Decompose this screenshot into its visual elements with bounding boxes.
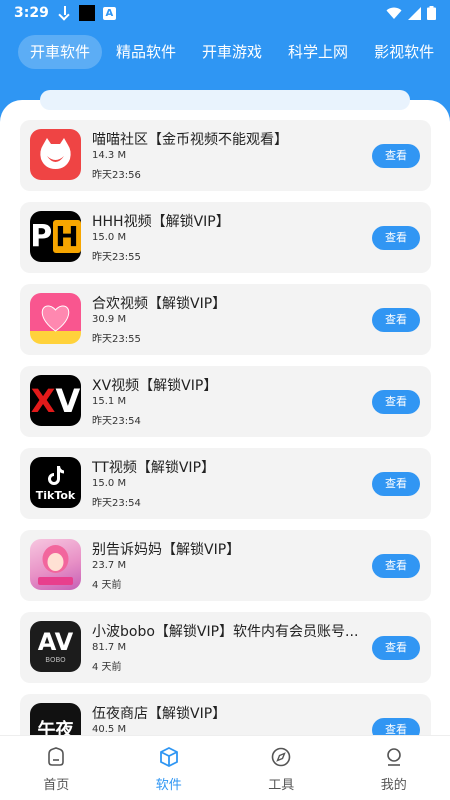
nav-software-label: 软件 — [155, 778, 182, 793]
user-icon — [386, 748, 401, 766]
app-list: 喵喵社区【金币视频不能观看】 14.3 M 昨天23:56 查看 P H HHH… — [20, 120, 431, 735]
xv-icon-letter-v: V — [55, 381, 81, 420]
app-icon — [78, 5, 95, 21]
view-button[interactable]: 查看 — [372, 390, 420, 414]
list-item[interactable]: 午夜 伍夜商店【解锁VIP】 40.5 M 查看 — [20, 694, 431, 735]
app-size: 15.0 M — [92, 232, 127, 243]
tab-kaiche-software[interactable]: 开車软件 — [18, 35, 103, 69]
wuye-icon-text: 午夜 — [37, 719, 74, 736]
view-button[interactable]: 查看 — [372, 144, 420, 168]
ph-icon: P H — [30, 211, 81, 262]
list-item[interactable]: 喵喵社区【金币视频不能观看】 14.3 M 昨天23:56 查看 — [20, 120, 431, 191]
nav-tools-label: 工具 — [268, 778, 295, 793]
status-bar: 3:29 A — [0, 0, 450, 26]
app-size: 15.1 M — [92, 396, 127, 407]
app-title: 小波bobo【解锁VIP】软件内有会员账号... — [92, 624, 359, 640]
list-item[interactable]: X V XV视频【解锁VIP】 15.1 M 昨天23:54 查看 — [20, 366, 431, 437]
view-button[interactable]: 查看 — [372, 718, 420, 735]
ph-icon-letter-p: P — [30, 219, 53, 254]
app-title: HHH视频【解锁VIP】 — [92, 214, 230, 230]
app-title: 喵喵社区【金币视频不能观看】 — [92, 132, 288, 148]
nav-tools[interactable]: 工具 — [225, 736, 338, 800]
tiktok-icon: TikTok — [30, 457, 81, 508]
nav-software[interactable]: 软件 — [113, 736, 226, 800]
ph-icon-letter-h: H — [53, 220, 81, 253]
home-icon — [48, 747, 65, 766]
bottom-nav: 首页 软件 工具 我的 — [0, 735, 450, 800]
app-size: 40.5 M — [92, 724, 127, 735]
app-date: 4 天前 — [92, 580, 122, 591]
signal-icon — [408, 6, 421, 20]
app-title: 合欢视频【解锁VIP】 — [92, 296, 227, 312]
heart-icon — [30, 293, 81, 344]
app-title: 伍夜商店【解锁VIP】 — [92, 706, 227, 722]
battery-icon — [427, 6, 436, 20]
app-date: 昨天23:55 — [92, 334, 141, 345]
wifi-icon — [386, 7, 402, 19]
app-size: 23.7 M — [92, 560, 127, 571]
miaomiao-icon — [30, 129, 81, 180]
tab-video-software[interactable]: 影视软件 — [362, 35, 446, 69]
list-item[interactable]: TikTok TT视频【解锁VIP】 15.0 M 昨天23:54 查看 — [20, 448, 431, 519]
app-size: 30.9 M — [92, 314, 127, 325]
status-time: 3:29 — [14, 5, 49, 21]
nav-home[interactable]: 首页 — [0, 736, 113, 800]
app-date: 昨天23:55 — [92, 252, 141, 263]
list-item[interactable]: AV BOBO 小波bobo【解锁VIP】软件内有会员账号... 81.7 M … — [20, 612, 431, 683]
app-title: TT视频【解锁VIP】 — [92, 460, 216, 476]
search-bar[interactable] — [40, 90, 410, 110]
list-item[interactable]: P H HHH视频【解锁VIP】 15.0 M 昨天23:55 查看 — [20, 202, 431, 273]
app-date: 昨天23:54 — [92, 498, 141, 509]
view-button[interactable]: 查看 — [372, 554, 420, 578]
nav-mine-label: 我的 — [380, 778, 407, 793]
xv-icon-letter-x: X — [30, 381, 56, 420]
tab-premium-software[interactable]: 精品软件 — [104, 35, 188, 69]
app-size: 81.7 M — [92, 642, 127, 653]
app-date: 4 天前 — [92, 662, 122, 673]
tab-kaiche-games[interactable]: 开車游戏 — [190, 35, 274, 69]
download-icon — [59, 6, 71, 20]
nav-mine[interactable]: 我的 — [338, 736, 450, 800]
list-item[interactable]: 别告诉妈妈【解锁VIP】 23.7 M 4 天前 查看 — [20, 530, 431, 601]
view-button[interactable]: 查看 — [372, 636, 420, 660]
category-tabs: 开車软件 精品软件 开車游戏 科学上网 影视软件 — [18, 34, 450, 70]
wuye-icon: 午夜 — [30, 703, 81, 735]
compass-icon — [271, 747, 291, 767]
av-icon-text: AV — [37, 627, 74, 656]
view-button[interactable]: 查看 — [372, 308, 420, 332]
tiktok-icon-text: TikTok — [35, 488, 76, 502]
cube-icon — [159, 746, 178, 768]
nav-home-label: 首页 — [43, 778, 70, 793]
list-item[interactable]: 合欢视频【解锁VIP】 30.9 M 昨天23:55 查看 — [20, 284, 431, 355]
view-button[interactable]: 查看 — [372, 472, 420, 496]
app-size: 15.0 M — [92, 478, 127, 489]
tab-vpn[interactable]: 科学上网 — [276, 35, 360, 69]
xv-icon: X V — [30, 375, 81, 426]
app-date: 昨天23:54 — [92, 416, 141, 427]
anime-girl-icon — [30, 539, 81, 590]
av-icon-subtext: BOBO — [45, 655, 66, 664]
text-a-icon: A — [102, 6, 116, 20]
app-size: 14.3 M — [92, 150, 127, 161]
view-button[interactable]: 查看 — [372, 226, 420, 250]
app-title: 别告诉妈妈【解锁VIP】 — [92, 542, 241, 558]
app-title: XV视频【解锁VIP】 — [92, 378, 218, 394]
app-date: 昨天23:56 — [92, 170, 141, 181]
av-icon: AV BOBO — [30, 621, 81, 672]
